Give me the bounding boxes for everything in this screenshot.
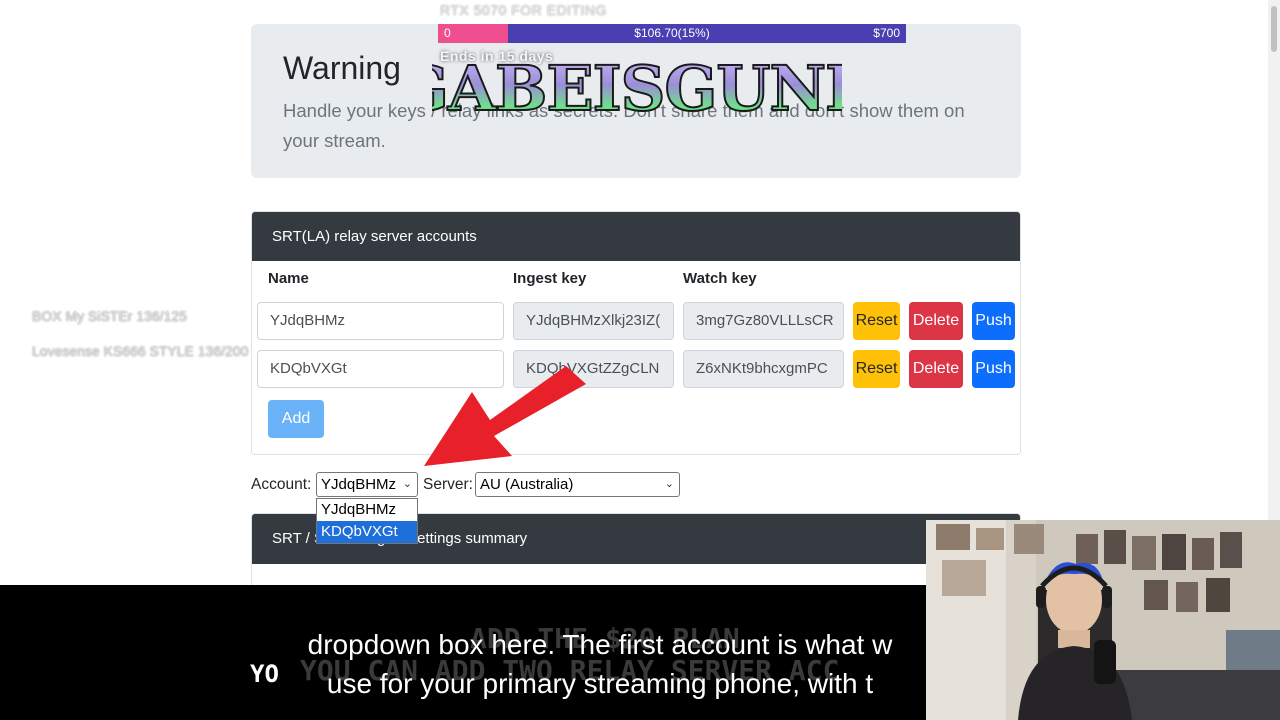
red-arrow-icon [424, 366, 586, 466]
account-label: Account: [251, 476, 312, 493]
reset-button[interactable]: Reset [853, 302, 900, 340]
table-row: KDQbVXGt KDQbVXGtZZgCLN Z6xNKt9bhcxgmPC … [252, 350, 1020, 388]
reset-button[interactable]: Reset [853, 350, 900, 388]
goal-progress-bar: 0 $106.70(15%) $700 [438, 24, 906, 43]
server-select[interactable]: AU (Australia) ⌄ [475, 472, 680, 497]
table-row: YJdqBHMz YJdqBHMzXlkj23IZ( 3mg7Gz80VLLLs… [252, 302, 1020, 340]
goal-max: $700 [873, 26, 900, 40]
server-label: Server: [423, 476, 473, 493]
goal-title: RTX 5070 FOR EDITING [440, 2, 607, 18]
account-dropdown-list: YJdqBHMz KDQbVXGt [316, 498, 418, 544]
chevron-down-icon: ⌄ [402, 478, 412, 490]
relay-accounts-card: SRT(LA) relay server accounts Name Inges… [251, 211, 1021, 455]
account-name-input[interactable]: YJdqBHMz [257, 302, 504, 340]
side-overlay-text: Lovesense KS666 STYLE 136/200 [32, 343, 249, 359]
ingest-key-field[interactable]: YJdqBHMzXlkj23IZ( [513, 302, 674, 340]
watch-key-field[interactable]: 3mg7Gz80VLLLsCR [683, 302, 844, 340]
column-header-watch-key: Watch key [683, 270, 757, 287]
delete-button[interactable]: Delete [909, 350, 963, 388]
dropdown-option-highlighted[interactable]: KDQbVXGt [317, 521, 417, 543]
goal-current: $106.70(15%) [634, 26, 710, 40]
watch-key-field[interactable]: Z6xNKt9bhcxgmPC [683, 350, 844, 388]
push-button[interactable]: Push [972, 302, 1015, 340]
account-select-value: YJdqBHMz [321, 476, 397, 493]
add-account-button[interactable]: Add [268, 400, 324, 438]
channel-logo: GABEISGUNK [432, 51, 842, 126]
server-select-value: AU (Australia) [480, 476, 574, 493]
side-overlay-text: BOX My SiSTEr 136/125 [32, 308, 187, 324]
chevron-down-icon: ⌄ [664, 478, 674, 490]
column-header-name: Name [268, 270, 309, 287]
delete-button[interactable]: Delete [909, 302, 963, 340]
svg-text:GABEISGUNK: GABEISGUNK [432, 52, 842, 125]
webcam-image [926, 520, 1280, 720]
warning-title: Warning [283, 50, 401, 86]
dropdown-option[interactable]: YJdqBHMz [317, 499, 417, 521]
relay-accounts-header: SRT(LA) relay server accounts [252, 212, 1020, 261]
webcam-feed [926, 520, 1280, 720]
column-header-ingest-key: Ingest key [513, 270, 587, 287]
push-button[interactable]: Push [972, 350, 1015, 388]
scrollbar-thumb[interactable] [1271, 6, 1277, 52]
account-select[interactable]: YJdqBHMz ⌄ [316, 472, 418, 497]
